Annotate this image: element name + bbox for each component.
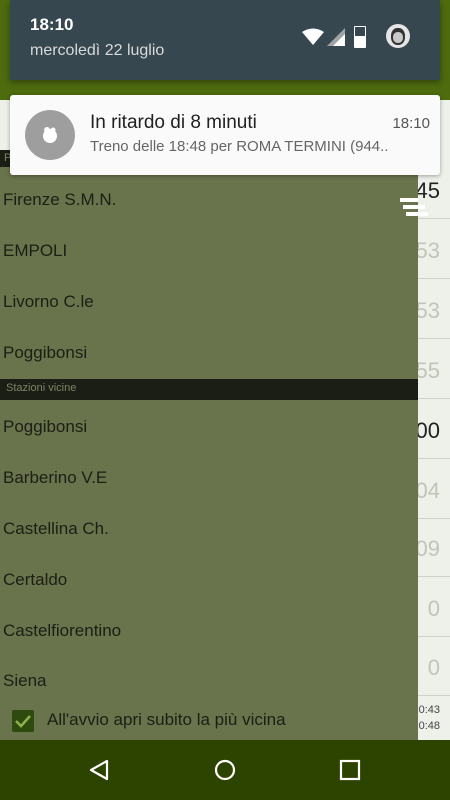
status-date: mercoledì 22 luglio <box>30 42 165 59</box>
drawer-item-nearby-station[interactable]: Certaldo <box>3 570 67 590</box>
drawer-item-station[interactable]: EMPOLI <box>3 241 67 261</box>
drawer-item-nearby-station[interactable]: Poggibonsi <box>3 417 87 437</box>
delay-notification[interactable]: In ritardo di 8 minuti 18:10 Treno delle… <box>10 95 440 175</box>
drawer-item-nearby-station[interactable]: Castellina Ch. <box>3 519 109 539</box>
check-icon <box>15 715 31 728</box>
drawer-item-station[interactable]: Poggibonsi <box>3 343 87 363</box>
notification-title: In ritardo di 8 minuti <box>90 112 257 133</box>
battery-level: 45 <box>356 31 364 38</box>
section-header-label: Stazioni vicine <box>6 382 77 394</box>
notification-text: Treno delle 18:48 per ROMA TERMINI (944.… <box>90 138 389 155</box>
notification-time: 18:10 <box>392 115 430 132</box>
drawer-item-station[interactable]: Livorno C.le <box>3 292 94 312</box>
row-divider <box>416 518 450 519</box>
avatar-icon[interactable] <box>386 24 410 48</box>
menu-icon[interactable] <box>398 196 430 222</box>
row-divider <box>416 398 450 399</box>
row-divider <box>416 636 450 637</box>
open-nearest-checkbox[interactable] <box>12 710 34 732</box>
row-divider <box>416 458 450 459</box>
system-navigation-bar <box>0 740 450 800</box>
open-nearest-label: All'avvio apri subito la più vicina <box>47 710 286 729</box>
open-nearest-setting[interactable]: All'avvio apri subito la più vicina <box>0 704 418 740</box>
drawer-item-nearby-station[interactable]: Barberino V.E <box>3 468 107 488</box>
drawer-section-header-nearby: Stazioni vicine <box>0 379 418 400</box>
drawer-item-nearby-station[interactable]: Siena <box>3 671 46 691</box>
signal-icon <box>327 28 345 46</box>
row-divider <box>416 338 450 339</box>
wifi-icon <box>302 28 324 45</box>
battery-icon: 45 <box>354 26 366 48</box>
app-icon <box>25 110 75 160</box>
notification-shade-header: 18:10 mercoledì 22 luglio 45 <box>10 0 440 80</box>
status-time: 18:10 <box>30 15 74 34</box>
drawer-item-nearby-station[interactable]: Castelfiorentino <box>3 621 121 641</box>
row-divider <box>416 278 450 279</box>
home-icon[interactable] <box>210 755 240 785</box>
row-divider <box>416 695 450 696</box>
drawer-item-station[interactable]: Firenze S.M.N. <box>3 190 116 210</box>
status-icons: 45 <box>302 24 412 50</box>
recents-icon[interactable] <box>335 755 365 785</box>
navigation-drawer: P Firenze S.M.N. EMPOLI Livorno C.le Pog… <box>0 150 418 740</box>
row-divider <box>416 576 450 577</box>
back-icon[interactable] <box>85 755 115 785</box>
